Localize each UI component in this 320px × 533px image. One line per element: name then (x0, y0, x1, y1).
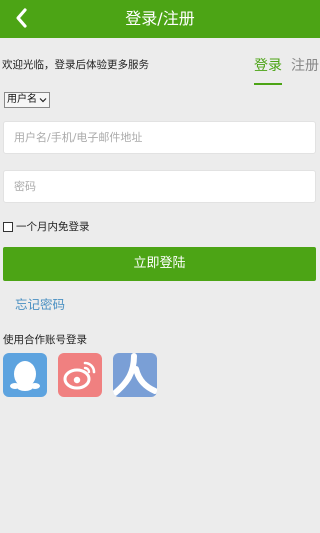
app-header: 登录/注册 (0, 0, 320, 38)
back-button[interactable] (10, 6, 34, 30)
page-title: 登录/注册 (125, 9, 195, 28)
partner-login-label: 使用合作账号登录 (3, 334, 87, 346)
account-type-select[interactable]: 用户名 (4, 92, 50, 108)
tab-register[interactable]: 注册 (291, 55, 320, 79)
password-input[interactable]: 密码 (3, 170, 316, 203)
qq-login-button[interactable] (3, 353, 47, 397)
chevron-down-icon (39, 98, 47, 103)
renren-login-button[interactable] (113, 353, 157, 397)
password-placeholder: 密码 (14, 180, 36, 193)
tab-login[interactable]: 登录 (254, 55, 282, 85)
forgot-password-link[interactable]: 忘记密码 (15, 294, 65, 313)
qq-penguin-icon (10, 361, 40, 391)
weibo-login-button[interactable] (58, 353, 102, 397)
chevron-left-icon (16, 8, 27, 28)
remember-checkbox[interactable] (3, 221, 13, 232)
renren-icon (113, 353, 157, 396)
welcome-text: 欢迎光临，登录后体验更多服务 (2, 59, 149, 71)
account-type-value: 用户名 (7, 94, 37, 105)
username-input[interactable]: 用户名/手机/电子邮件地址 (3, 121, 316, 154)
weibo-icon (63, 361, 96, 390)
remember-label: 一个月内免登录 (16, 221, 90, 233)
remember-me: 一个月内免登录 (3, 219, 90, 234)
login-button[interactable]: 立即登陆 (3, 247, 316, 281)
username-placeholder: 用户名/手机/电子邮件地址 (14, 131, 143, 144)
